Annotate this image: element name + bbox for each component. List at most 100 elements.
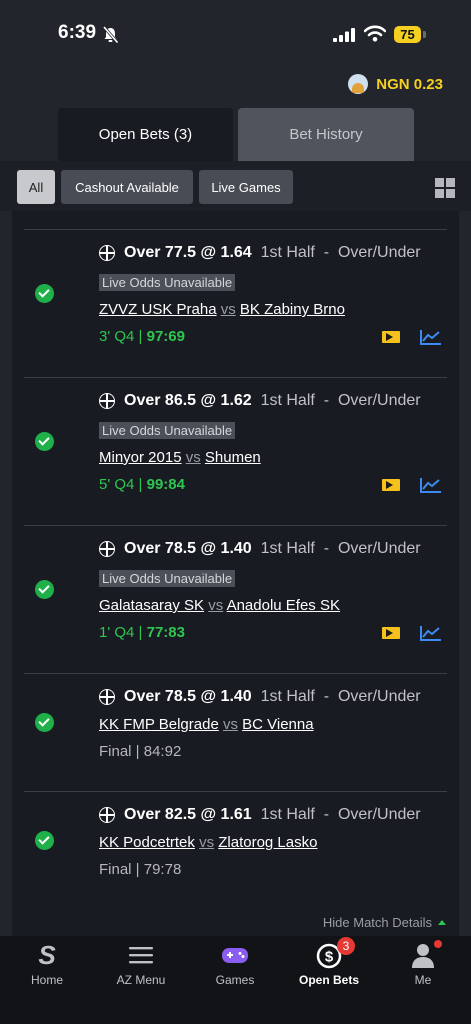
- live-stream-icon[interactable]: [382, 627, 400, 639]
- hide-match-details-toggle[interactable]: Hide Match Details: [323, 915, 446, 930]
- nav-games[interactable]: Games: [188, 936, 282, 1024]
- hide-match-details-label: Hide Match Details: [322, 915, 432, 930]
- battery-cap: [423, 31, 426, 38]
- nav-az-menu[interactable]: AZ Menu: [94, 936, 188, 1024]
- bet-item[interactable]: Over 78.5 @ 1.40 1st Half - Over/Under L…: [24, 525, 447, 673]
- match-teams[interactable]: Minyor 2015 vs Shumen: [99, 449, 261, 466]
- bet-item[interactable]: Over 82.5 @ 1.61 1st Half - Over/Under K…: [24, 791, 447, 910]
- live-odds-unavailable-badge: Live Odds Unavailable: [99, 570, 236, 587]
- bet-item[interactable]: Over 77.5 @ 1.64 1st Half - Over/Under L…: [24, 229, 447, 377]
- bet-tabs: Open Bets (3) Bet History: [58, 108, 414, 161]
- away-team: BK Zabiny Brno: [239, 301, 345, 318]
- home-team: KK Podcetrtek: [99, 834, 195, 851]
- bet-title: Over 78.5 @ 1.40 1st Half - Over/Under: [124, 540, 421, 558]
- away-team: Shumen: [204, 449, 261, 466]
- bet-separator: -: [323, 244, 330, 261]
- live-odds-unavailable-badge: Live Odds Unavailable: [99, 422, 236, 439]
- nav-home[interactable]: S Home: [0, 936, 94, 1024]
- vs-label: vs: [208, 597, 224, 614]
- live-odds-unavailable-badge: Live Odds Unavailable: [99, 274, 236, 291]
- home-team: ZVVZ USK Praha: [99, 301, 217, 318]
- bet-selection: Over 77.5 @ 1.64: [124, 244, 252, 261]
- match-teams[interactable]: Galatasaray SK vs Anadolu Efes SK: [99, 597, 340, 614]
- away-team: Anadolu Efes SK: [226, 597, 340, 614]
- bet-period: 1st Half: [260, 688, 315, 705]
- svg-text:$: $: [325, 949, 334, 966]
- filter-cashout-available[interactable]: Cashout Available: [61, 170, 193, 204]
- match-teams[interactable]: KK Podcetrtek vs Zlatorog Lasko: [99, 834, 317, 851]
- bet-item[interactable]: Over 86.5 @ 1.62 1st Half - Over/Under L…: [24, 377, 447, 525]
- home-team: Minyor 2015: [99, 449, 182, 466]
- away-team: Zlatorog Lasko: [218, 834, 318, 851]
- match-teams[interactable]: KK FMP Belgrade vs BC Vienna: [99, 716, 314, 733]
- bet-market: Over/Under: [337, 688, 421, 705]
- user-icon: [412, 944, 434, 968]
- bet-selection: Over 78.5 @ 1.40: [124, 540, 252, 557]
- caret-up-icon: [438, 920, 446, 925]
- tab-bet-history[interactable]: Bet History: [238, 108, 414, 161]
- live-stats-chart-icon[interactable]: [420, 477, 442, 493]
- away-team: BC Vienna: [242, 716, 314, 733]
- bet-market: Over/Under: [337, 806, 421, 823]
- live-score: 5' Q4 | 99:84: [99, 476, 185, 493]
- bet-market: Over/Under: [337, 392, 421, 409]
- bet-title: Over 77.5 @ 1.64 1st Half - Over/Under: [124, 244, 421, 262]
- cellular-signal-icon: [333, 28, 355, 42]
- bet-market: Over/Under: [337, 540, 421, 557]
- filter-all[interactable]: All: [17, 170, 55, 204]
- match-time: 1' Q4 |: [99, 624, 143, 641]
- live-score: 3' Q4 | 97:69: [99, 328, 185, 345]
- check-icon: [35, 580, 54, 599]
- check-icon: [35, 284, 54, 303]
- nav-open-bets-label: Open Bets: [298, 973, 359, 987]
- bet-market: Over/Under: [337, 244, 421, 261]
- bet-period: 1st Half: [260, 244, 315, 261]
- live-stream-icon[interactable]: [382, 479, 400, 491]
- account-balance[interactable]: NGN 0.23: [348, 73, 443, 95]
- live-stats-chart-icon[interactable]: [420, 329, 442, 345]
- vs-label: vs: [199, 834, 215, 851]
- filter-live-games[interactable]: Live Games: [199, 170, 293, 204]
- basketball-icon: [99, 807, 115, 823]
- check-icon: [35, 713, 54, 732]
- bet-item[interactable]: Over 78.5 @ 1.40 1st Half - Over/Under K…: [24, 673, 447, 792]
- match-time: 5' Q4 |: [99, 476, 143, 493]
- vs-label: vs: [220, 301, 236, 318]
- bet-separator: -: [323, 392, 330, 409]
- open-bets-badge: 3: [337, 937, 355, 955]
- bet-title: Over 82.5 @ 1.61 1st Half - Over/Under: [124, 806, 421, 824]
- status-time: 6:39: [58, 22, 97, 43]
- grid-view-icon[interactable]: [435, 178, 455, 198]
- bet-period: 1st Half: [260, 806, 315, 823]
- match-teams[interactable]: ZVVZ USK Praha vs BK Zabiny Brno: [99, 301, 345, 318]
- status-bar: 6:39 75: [0, 0, 471, 70]
- nav-az-menu-label: AZ Menu: [116, 973, 166, 987]
- gamepad-icon: [222, 948, 248, 963]
- match-time: 3' Q4 |: [99, 328, 143, 345]
- battery-indicator: 75: [394, 26, 421, 43]
- bet-separator: -: [323, 540, 330, 557]
- nav-games-label: Games: [215, 973, 255, 987]
- avatar: [348, 74, 369, 94]
- bet-selection: Over 78.5 @ 1.40: [124, 688, 252, 705]
- balance-text: NGN 0.23: [376, 75, 443, 93]
- bet-selection: Over 86.5 @ 1.62: [124, 392, 252, 409]
- score-value: 97:69: [146, 328, 185, 345]
- live-score: 1' Q4 | 77:83: [99, 624, 185, 641]
- bet-separator: -: [323, 806, 330, 823]
- basketball-icon: [99, 393, 115, 409]
- basketball-icon: [99, 245, 115, 261]
- live-stream-icon[interactable]: [382, 331, 400, 343]
- tab-open-bets[interactable]: Open Bets (3): [58, 108, 233, 161]
- bet-title: Over 78.5 @ 1.40 1st Half - Over/Under: [124, 688, 421, 706]
- final-score: Final | 79:78: [99, 861, 182, 878]
- notification-dot: [434, 940, 442, 948]
- live-stats-chart-icon[interactable]: [420, 625, 442, 641]
- nav-me[interactable]: Me: [376, 936, 470, 1024]
- hamburger-menu-icon: [129, 947, 153, 964]
- nav-open-bets[interactable]: $ 3 Open Bets: [282, 936, 376, 1024]
- home-team: KK FMP Belgrade: [99, 716, 219, 733]
- sportybet-logo-icon: S: [38, 941, 56, 969]
- bet-separator: -: [323, 688, 330, 705]
- vs-label: vs: [222, 716, 238, 733]
